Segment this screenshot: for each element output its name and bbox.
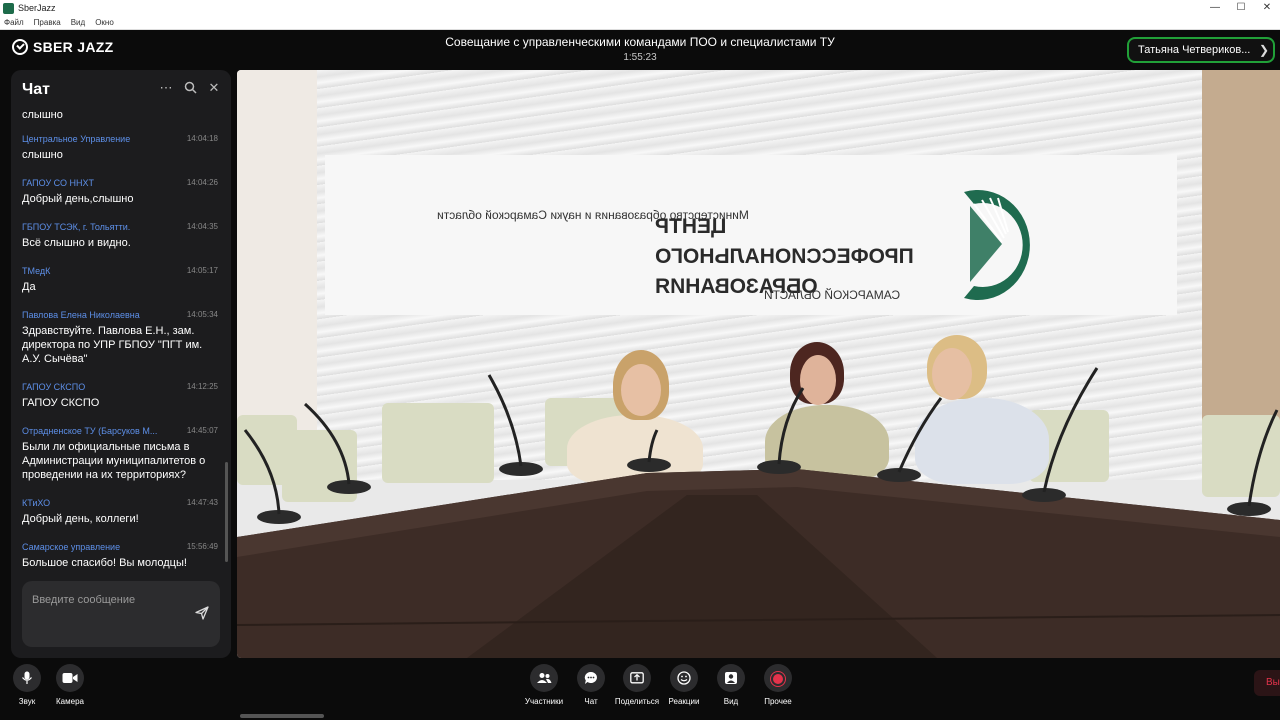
app-header: SBER JAZZ Совещание с управленческими ко… xyxy=(0,30,1280,68)
message-text: Да xyxy=(22,281,36,293)
more-icon[interactable]: ⋯ xyxy=(159,81,173,95)
message-author: КТиХО xyxy=(22,498,51,508)
message-time: 15:56:49 xyxy=(186,542,218,551)
minimize-icon[interactable]: — xyxy=(1202,0,1228,16)
message-text: Большое спасибо! Вы молодцы! xyxy=(22,557,187,569)
message-text: Здравствуйте. Павлова Е.Н., зам. директо… xyxy=(22,325,203,365)
video-stream[interactable]: Министерство образования и науки Самарск… xyxy=(237,70,1280,658)
send-icon[interactable] xyxy=(195,606,209,620)
view-icon xyxy=(717,664,745,692)
message-time: 14:05:17 xyxy=(186,266,218,275)
message-text: Добрый день,слышно xyxy=(22,193,134,205)
search-icon[interactable] xyxy=(183,81,197,95)
participants-icon xyxy=(530,664,558,692)
window-titlebar: SberJazz — ☐ ✕ xyxy=(0,0,1280,16)
window-title: SberJazz xyxy=(18,3,56,13)
menu-view[interactable]: Вид xyxy=(71,18,85,27)
message-time: 14:04:35 xyxy=(186,222,218,231)
message-author: ГБПОУ ТСЭК, г. Тольятти. xyxy=(22,222,131,232)
message-text: Всё слышно и видно. xyxy=(22,237,131,249)
message-time: 14:04:26 xyxy=(186,178,218,187)
message-author: Центральное Управление xyxy=(22,134,131,144)
meeting-timer: 1:55:23 xyxy=(623,52,657,63)
message-text: Добрый день, коллеги! xyxy=(22,513,139,525)
camera-icon xyxy=(56,664,84,692)
chat-icon xyxy=(577,664,605,692)
message-time: 14:47:43 xyxy=(186,498,218,507)
close-icon[interactable]: ✕ xyxy=(207,81,221,95)
message-time: 14:45:07 xyxy=(186,426,218,435)
control-label: Камера xyxy=(56,697,84,706)
more-button[interactable]: Прочее xyxy=(748,664,808,706)
message-text: ГАПОУ СКСПО xyxy=(22,397,100,409)
message-time: 14:05:34 xyxy=(186,310,218,319)
message-composer xyxy=(22,581,220,647)
chat-message: ГАПОУ СО ННХТ 14:04:26 Добрый день,слышно xyxy=(22,178,218,206)
message-author: ТМедК xyxy=(22,266,51,276)
menu-edit[interactable]: Правка xyxy=(34,18,61,27)
menu-bar: Файл Правка Вид Окно xyxy=(0,16,1280,30)
message-author: Отрадненское ТУ (Барсуков М... xyxy=(22,426,158,436)
chat-message: Отрадненское ТУ (Барсуков М... 14:45:07 Б… xyxy=(22,426,218,482)
chat-message: ГБПОУ ТСЭК, г. Тольятти. 14:04:35 Всё слы… xyxy=(22,222,218,250)
menu-file[interactable]: Файл xyxy=(4,18,24,27)
reactions-icon xyxy=(670,664,698,692)
chat-message: слышно xyxy=(22,106,218,122)
record-icon xyxy=(764,664,792,692)
meeting-title: Совещание с управленческими командами ПО… xyxy=(445,35,835,49)
message-text: слышно xyxy=(22,149,63,161)
camera-button[interactable]: Камера xyxy=(40,664,100,706)
message-author: Самарское управление xyxy=(22,542,121,552)
call-controls: Звук Камера Участники Чат Поделиться Реа… xyxy=(0,658,1280,720)
user-name: Татьяна Четвериков... xyxy=(1138,44,1251,56)
maximize-icon[interactable]: ☐ xyxy=(1228,0,1254,16)
close-window-icon[interactable]: ✕ xyxy=(1254,0,1280,16)
chat-message-list[interactable]: слышно Центральное Управление 14:04:18 сл… xyxy=(11,106,231,576)
chat-message: ГАПОУ СКСПО 14:12:25 ГАПОУ СКСПО xyxy=(22,382,218,410)
chat-message: ТМедК 14:05:17 Да xyxy=(22,266,218,294)
message-time: 14:12:25 xyxy=(186,382,218,391)
microphone-icon xyxy=(13,664,41,692)
chat-header: Чат ⋯ ✕ xyxy=(11,70,231,108)
chat-message: Центральное Управление 14:04:18 слышно xyxy=(22,134,218,162)
message-input[interactable] xyxy=(32,592,182,608)
menu-window[interactable]: Окно xyxy=(95,18,114,27)
chat-panel: Чат ⋯ ✕ слышно Центральное Управление 14:… xyxy=(11,70,231,658)
microphone-stems xyxy=(243,367,1279,515)
chat-message: КТиХО 14:47:43 Добрый день, коллеги! xyxy=(22,498,218,526)
user-menu-button[interactable]: Татьяна Четвериков... ❯ xyxy=(1127,37,1275,63)
share-icon xyxy=(623,664,651,692)
window-controls: — ☐ ✕ xyxy=(1202,0,1280,16)
message-text: Были ли официальные письма в Администрац… xyxy=(22,441,206,481)
message-author: ГАПОУ СКСПО xyxy=(22,382,86,392)
message-author: Павлова Елена Николаевна xyxy=(22,310,140,320)
message-text: слышно xyxy=(22,109,63,121)
chat-message: Павлова Елена Николаевна 14:05:34 Здравст… xyxy=(22,310,218,366)
taskbar-indicator xyxy=(240,714,324,718)
chat-scrollbar[interactable] xyxy=(225,462,228,562)
message-author: ГАПОУ СО ННХТ xyxy=(22,178,94,188)
leave-button[interactable]: Вы xyxy=(1254,670,1280,696)
chat-title: Чат xyxy=(22,81,50,98)
chevron-right-icon: ❯ xyxy=(1258,43,1269,57)
chat-message: Самарское управление 15:56:49 Большое спа… xyxy=(22,542,218,570)
message-time: 14:04:18 xyxy=(186,134,218,143)
app-icon xyxy=(3,2,14,14)
control-label: Прочее xyxy=(764,697,792,706)
